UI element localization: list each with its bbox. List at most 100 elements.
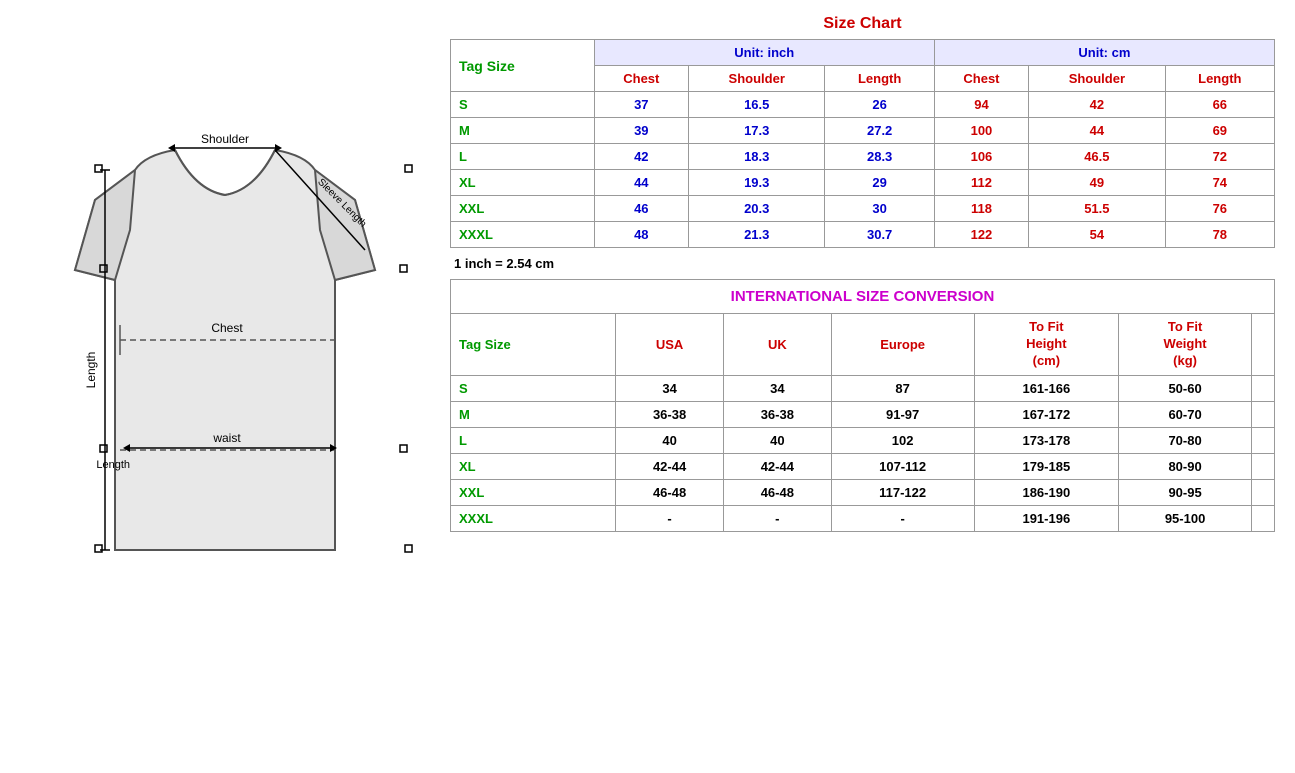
cm-length-cell: 69 xyxy=(1165,118,1274,144)
intl-weight-cell: 70-80 xyxy=(1119,427,1252,453)
cm-chest-cell: 100 xyxy=(934,118,1028,144)
intl-conversion-table: Tag Size USA UK Europe To FitHeight(cm) … xyxy=(450,313,1275,532)
header-inch-chest: Chest xyxy=(594,66,688,92)
cm-length-cell: 74 xyxy=(1165,170,1274,196)
intl-header-height: To FitHeight(cm) xyxy=(974,314,1119,376)
inch-chest-cell: 37 xyxy=(594,92,688,118)
intl-usa-cell: - xyxy=(616,505,724,531)
tag-size-cell: XXL xyxy=(451,196,595,222)
list-item: XXXL - - - 191-196 95-100 xyxy=(451,505,1275,531)
unit-cm-header: Unit: cm xyxy=(934,40,1274,66)
intl-europe-cell: 87 xyxy=(831,375,974,401)
tag-size-cell: XL xyxy=(451,170,595,196)
intl-empty-col xyxy=(1252,314,1275,376)
intl-weight-cell: 95-100 xyxy=(1119,505,1252,531)
intl-tag-cell: L xyxy=(451,427,616,453)
intl-uk-cell: - xyxy=(723,505,831,531)
intl-usa-cell: 36-38 xyxy=(616,401,724,427)
intl-tag-cell: XL xyxy=(451,453,616,479)
cm-shoulder-cell: 54 xyxy=(1029,222,1166,248)
inch-chest-cell: 46 xyxy=(594,196,688,222)
intl-height-cell: 186-190 xyxy=(974,479,1119,505)
tshirt-diagram: Shoulder Chest Length Length Sleeve Leng… xyxy=(35,70,415,650)
intl-tag-cell: XXXL xyxy=(451,505,616,531)
intl-empty-cell xyxy=(1252,375,1275,401)
intl-empty-cell xyxy=(1252,479,1275,505)
intl-header-weight: To FitWeight(kg) xyxy=(1119,314,1252,376)
cm-shoulder-cell: 42 xyxy=(1029,92,1166,118)
inch-length-cell: 26 xyxy=(825,92,934,118)
intl-header-uk: UK xyxy=(723,314,831,376)
intl-tag-size-header: Tag Size xyxy=(451,314,616,376)
inch-chest-cell: 44 xyxy=(594,170,688,196)
table-row: XXXL 48 21.3 30.7 122 54 78 xyxy=(451,222,1275,248)
intl-uk-cell: 36-38 xyxy=(723,401,831,427)
inch-shoulder-cell: 16.5 xyxy=(688,92,825,118)
cm-shoulder-cell: 46.5 xyxy=(1029,144,1166,170)
header-inch-shoulder: Shoulder xyxy=(688,66,825,92)
intl-empty-cell xyxy=(1252,453,1275,479)
cm-chest-cell: 112 xyxy=(934,170,1028,196)
svg-text:Shoulder: Shoulder xyxy=(201,132,249,146)
intl-empty-cell xyxy=(1252,401,1275,427)
header-cm-length: Length xyxy=(1165,66,1274,92)
intl-empty-cell xyxy=(1252,505,1275,531)
size-chart-table: Tag Size Unit: inch Unit: cm Chest Shoul… xyxy=(450,39,1275,248)
intl-usa-cell: 42-44 xyxy=(616,453,724,479)
inch-shoulder-cell: 17.3 xyxy=(688,118,825,144)
table-row: L 42 18.3 28.3 106 46.5 72 xyxy=(451,144,1275,170)
table-row: M 39 17.3 27.2 100 44 69 xyxy=(451,118,1275,144)
cm-chest-cell: 106 xyxy=(934,144,1028,170)
inch-shoulder-cell: 21.3 xyxy=(688,222,825,248)
inch-length-cell: 28.3 xyxy=(825,144,934,170)
intl-tag-cell: S xyxy=(451,375,616,401)
unit-inch-header: Unit: inch xyxy=(594,40,934,66)
cm-chest-cell: 122 xyxy=(934,222,1028,248)
header-cm-shoulder: Shoulder xyxy=(1029,66,1166,92)
intl-europe-cell: 117-122 xyxy=(831,479,974,505)
svg-text:Length: Length xyxy=(84,352,98,389)
cm-length-cell: 72 xyxy=(1165,144,1274,170)
tag-size-cell: L xyxy=(451,144,595,170)
table-row: XXL 46 20.3 30 118 51.5 76 xyxy=(451,196,1275,222)
tag-size-cell: M xyxy=(451,118,595,144)
right-panel: Size Chart Tag Size Unit: inch Unit: cm … xyxy=(440,10,1285,537)
cm-chest-cell: 94 xyxy=(934,92,1028,118)
cm-length-cell: 66 xyxy=(1165,92,1274,118)
intl-header-europe: Europe xyxy=(831,314,974,376)
intl-weight-cell: 50-60 xyxy=(1119,375,1252,401)
inch-length-cell: 30.7 xyxy=(825,222,934,248)
cm-shoulder-cell: 51.5 xyxy=(1029,196,1166,222)
cm-shoulder-cell: 49 xyxy=(1029,170,1166,196)
inch-length-cell: 29 xyxy=(825,170,934,196)
table-row: S 37 16.5 26 94 42 66 xyxy=(451,92,1275,118)
inch-chest-cell: 42 xyxy=(594,144,688,170)
intl-europe-cell: 91-97 xyxy=(831,401,974,427)
intl-weight-cell: 90-95 xyxy=(1119,479,1252,505)
list-item: M 36-38 36-38 91-97 167-172 60-70 xyxy=(451,401,1275,427)
intl-weight-cell: 60-70 xyxy=(1119,401,1252,427)
inch-chest-cell: 39 xyxy=(594,118,688,144)
tag-size-cell: XXXL xyxy=(451,222,595,248)
svg-text:Chest: Chest xyxy=(211,321,243,335)
intl-weight-cell: 80-90 xyxy=(1119,453,1252,479)
inch-length-cell: 30 xyxy=(825,196,934,222)
intl-uk-cell: 42-44 xyxy=(723,453,831,479)
intl-europe-cell: - xyxy=(831,505,974,531)
intl-conversion-title: INTERNATIONAL SIZE CONVERSION xyxy=(450,279,1275,313)
list-item: S 34 34 87 161-166 50-60 xyxy=(451,375,1275,401)
header-inch-length: Length xyxy=(825,66,934,92)
svg-text:Length: Length xyxy=(96,459,130,471)
intl-height-cell: 167-172 xyxy=(974,401,1119,427)
intl-usa-cell: 34 xyxy=(616,375,724,401)
cm-length-cell: 76 xyxy=(1165,196,1274,222)
inch-length-cell: 27.2 xyxy=(825,118,934,144)
intl-uk-cell: 46-48 xyxy=(723,479,831,505)
intl-height-cell: 179-185 xyxy=(974,453,1119,479)
cm-shoulder-cell: 44 xyxy=(1029,118,1166,144)
intl-height-cell: 161-166 xyxy=(974,375,1119,401)
intl-uk-cell: 40 xyxy=(723,427,831,453)
list-item: L 40 40 102 173-178 70-80 xyxy=(451,427,1275,453)
svg-text:waist: waist xyxy=(212,431,241,445)
inch-chest-cell: 48 xyxy=(594,222,688,248)
